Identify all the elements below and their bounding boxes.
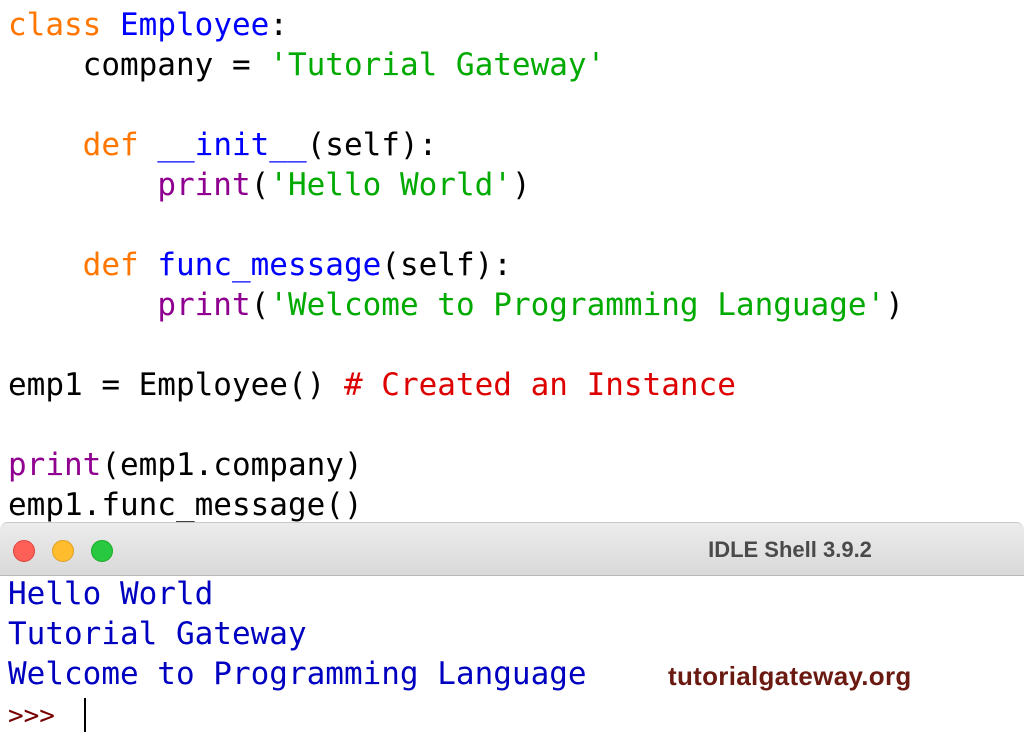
window-title: IDLE Shell 3.9.2 — [708, 537, 872, 562]
code-token: (self): — [306, 127, 438, 163]
code-token: func_message — [157, 247, 382, 283]
code-line: print('Hello World') — [8, 165, 531, 205]
shell-prompt[interactable]: >>> — [8, 696, 71, 736]
code-token: Employee — [120, 7, 270, 43]
code-token: ) — [885, 287, 904, 323]
shell-output-line: Welcome to Programming Language — [8, 656, 587, 692]
code-token: emp1.func_message() — [8, 487, 363, 523]
code-token: emp1 = Employee() — [8, 367, 344, 403]
code-token: ( — [250, 167, 270, 203]
code-token: ( — [250, 287, 270, 323]
code-token: (self): — [381, 247, 512, 283]
code-line: print(emp1.company) — [8, 445, 363, 485]
window-titlebar[interactable]: IDLE Shell 3.9.2 — [0, 522, 1024, 576]
code-token: print — [157, 167, 251, 203]
text-cursor — [84, 698, 86, 732]
shell-output-line: Tutorial Gateway — [8, 616, 307, 652]
watermark-logo: tutorialgateway.org — [668, 661, 912, 691]
code-token: 'Tutorial Gateway' — [269, 47, 606, 83]
code-token: : — [269, 7, 288, 43]
maximize-window-button[interactable] — [91, 540, 113, 562]
shell-output-line: Hello World — [8, 576, 214, 612]
code-token: 'Welcome to Programming Language' — [269, 287, 886, 323]
code-token: def — [82, 127, 139, 163]
code-token: ) — [511, 167, 531, 203]
code-line: emp1 = Employee() # Created an Instance — [8, 365, 736, 405]
code-token: 'Hello World' — [269, 167, 512, 203]
code-token: company = — [8, 47, 270, 83]
code-token: __init__ — [157, 127, 307, 163]
code-line: emp1.func_message() — [8, 485, 363, 525]
code-token: (emp1.company) — [101, 447, 363, 483]
close-window-button[interactable] — [13, 540, 35, 562]
code-line: def func_message(self): — [8, 245, 512, 285]
code-line: class Employee: — [8, 5, 288, 45]
code-line: print('Welcome to Programming Language') — [8, 285, 904, 325]
code-token: def — [82, 247, 139, 283]
code-editor[interactable]: class Employee: company = 'Tutorial Gate… — [0, 0, 1024, 525]
code-token: print — [8, 447, 102, 483]
code-token: # Created an Instance — [343, 367, 736, 403]
code-token: class — [8, 7, 102, 43]
idle-shell-window[interactable]: IDLE Shell 3.9.2 Hello World Tutorial Ga… — [0, 522, 1024, 736]
code-line: def __init__(self): — [8, 125, 438, 165]
code-line: company = 'Tutorial Gateway' — [8, 45, 606, 85]
minimize-window-button[interactable] — [52, 540, 74, 562]
code-token: print — [157, 287, 251, 323]
